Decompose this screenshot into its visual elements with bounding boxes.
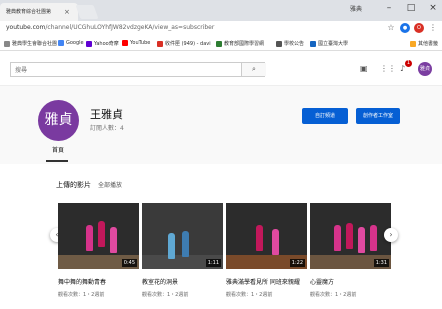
bookmark-label: 其他書籤: [418, 41, 439, 47]
performer-figure: [168, 233, 175, 259]
close-window-button[interactable]: ×: [426, 3, 440, 13]
url-path: /channel/UCGhuLOYhfJW82vdzgeKA/view_as=s…: [45, 24, 215, 31]
performer-figure: [358, 227, 365, 253]
performer-figure: [370, 225, 377, 251]
video-thumbnail[interactable]: 1:11: [142, 203, 223, 269]
bookmark-icon: [276, 40, 282, 47]
uploads-title[interactable]: 上傳的影片: [56, 180, 91, 190]
folder-icon: [410, 40, 416, 47]
browser-tab-strip: 雅典教育綜合社團第 × 雅典 – □ ×: [0, 0, 442, 21]
video-meta: 觀看次數：1・2週前: [142, 292, 189, 298]
bookmark-item[interactable]: 教育部國際學習網: [216, 40, 264, 47]
video-meta: 觀看次數：1・2週前: [58, 292, 105, 298]
bookmark-label: 學校公告: [284, 41, 305, 47]
bookmark-item[interactable]: 收件匣 (949) - davi: [157, 40, 211, 47]
chevron-right-icon[interactable]: ›: [384, 228, 398, 242]
url-host: youtube.com: [6, 24, 46, 31]
video-card[interactable]: 1:11 教室花的洞景 觀看次數：1・2週前: [142, 203, 223, 298]
bookmark-label: Yahoo奇摩: [94, 41, 119, 47]
channel-name: 王雅貞: [90, 108, 123, 121]
search-icon[interactable]: ⌕: [241, 63, 266, 76]
bookmark-label: 雅典學生會聯合社團: [12, 41, 58, 47]
apps-grid-icon[interactable]: ⋮⋮: [380, 64, 396, 73]
new-tab-button[interactable]: [75, 5, 99, 19]
performer-figure: [110, 227, 117, 253]
menu-icon[interactable]: ⋮: [428, 23, 438, 33]
video-duration: 1:22: [289, 259, 305, 267]
window-user-label[interactable]: 雅典: [350, 4, 362, 13]
performer-figure: [334, 225, 341, 251]
opera-extension-icon[interactable]: O: [414, 23, 424, 33]
performer-figure: [98, 221, 105, 247]
bookmark-item[interactable]: Yahoo奇摩: [86, 40, 119, 47]
video-title[interactable]: 舞中舞的舞動青春: [58, 277, 139, 286]
play-all-link[interactable]: 全部播放: [98, 180, 122, 189]
tab-title: 雅典教育綜合社團第: [6, 9, 52, 15]
bookmark-item[interactable]: Google: [58, 40, 84, 46]
bookmark-label: YouTube: [130, 40, 151, 46]
search-input[interactable]: 搜尋: [15, 65, 27, 74]
bell-icon[interactable]: ♪: [400, 64, 405, 73]
bookmark-icon: [4, 40, 10, 47]
youtube-icon: [122, 40, 128, 46]
bookmark-label: 收件匣 (949) - davi: [165, 41, 211, 47]
channel-avatar: 雅貞: [38, 100, 79, 141]
video-title[interactable]: 心靈魔方: [310, 277, 391, 286]
google-icon: [58, 40, 64, 46]
video-duration: 1:31: [373, 259, 389, 267]
bookmarks-bar: 雅典學生會聯合社團 Google Yahoo奇摩 YouTube 收件匣 (94…: [0, 37, 442, 51]
bookmark-item[interactable]: 學校公告: [276, 40, 304, 47]
video-thumbnail[interactable]: 1:22: [226, 203, 307, 269]
performer-figure: [86, 225, 93, 251]
performer-figure: [346, 223, 353, 249]
yahoo-icon: [86, 40, 92, 47]
video-title[interactable]: 教室花的洞景: [142, 277, 223, 286]
creator-studio-button[interactable]: 創作者工作室: [356, 108, 400, 124]
restore-button[interactable]: □: [404, 3, 418, 13]
channel-header: 雅貞 王雅貞 訂閱人數：4 自訂頻道 創作者工作室 首頁: [0, 86, 442, 164]
youtube-topbar: 搜尋 ⌕ ▣ ⋮⋮ ♪ 1 雅貞: [0, 52, 442, 86]
bookmark-item[interactable]: 國立臺灣大學: [310, 40, 348, 47]
bookmark-icon: [216, 40, 222, 47]
bookmark-star-icon[interactable]: ☆: [386, 23, 396, 33]
active-tab-indicator: [46, 160, 68, 162]
video-title[interactable]: 雅典滿學看見所 同班來親耀: [226, 277, 307, 286]
address-bar: youtube.com/channel/UCGhuLOYhfJW82vdzgeK…: [0, 21, 442, 37]
tab-close-icon[interactable]: ×: [64, 3, 70, 21]
bookmark-item[interactable]: YouTube: [122, 40, 150, 46]
bookmark-item[interactable]: 雅典學生會聯合社團: [4, 40, 57, 47]
bookmark-label: 教育部國際學習網: [224, 41, 265, 47]
video-duration: 0:45: [121, 259, 137, 267]
video-thumbnail[interactable]: 1:31: [310, 203, 391, 269]
bookmark-label: Google: [66, 40, 84, 46]
browser-tab[interactable]: 雅典教育綜合社團第 ×: [0, 3, 78, 21]
subscriber-count: 訂閱人數：4: [90, 125, 124, 132]
create-video-icon[interactable]: ▣: [360, 64, 368, 73]
url-field[interactable]: youtube.com/channel/UCGhuLOYhfJW82vdzgeK…: [6, 24, 214, 31]
bookmark-icon: [310, 40, 316, 47]
extension-icon[interactable]: ●: [400, 23, 410, 33]
gmail-icon: [157, 40, 163, 47]
video-card[interactable]: 1:22 雅典滿學看見所 同班來親耀 觀看次數：1・2週前: [226, 203, 307, 298]
video-card[interactable]: 1:31 心靈魔方 觀看次數：1・2週前: [310, 203, 391, 298]
performer-figure: [182, 231, 189, 257]
notification-badge: 1: [405, 60, 412, 67]
performer-figure: [272, 229, 279, 255]
video-card[interactable]: 0:45 舞中舞的舞動青春 觀看次數：1・2週前: [58, 203, 139, 298]
search-box[interactable]: 搜尋 ⌕: [10, 62, 266, 77]
performer-figure: [256, 225, 263, 251]
tab-home[interactable]: 首頁: [52, 145, 64, 154]
video-meta: 觀看次數：1・2週前: [310, 292, 357, 298]
video-thumbnail[interactable]: 0:45: [58, 203, 139, 269]
customize-channel-button[interactable]: 自訂頻道: [302, 108, 348, 124]
video-duration: 1:11: [205, 259, 221, 267]
minimize-button[interactable]: –: [382, 3, 396, 13]
bookmark-label: 國立臺灣大學: [318, 41, 349, 47]
bookmark-item[interactable]: 其他書籤: [410, 40, 438, 47]
account-avatar[interactable]: 雅貞: [418, 62, 432, 76]
video-meta: 觀看次數：1・2週前: [226, 292, 273, 298]
